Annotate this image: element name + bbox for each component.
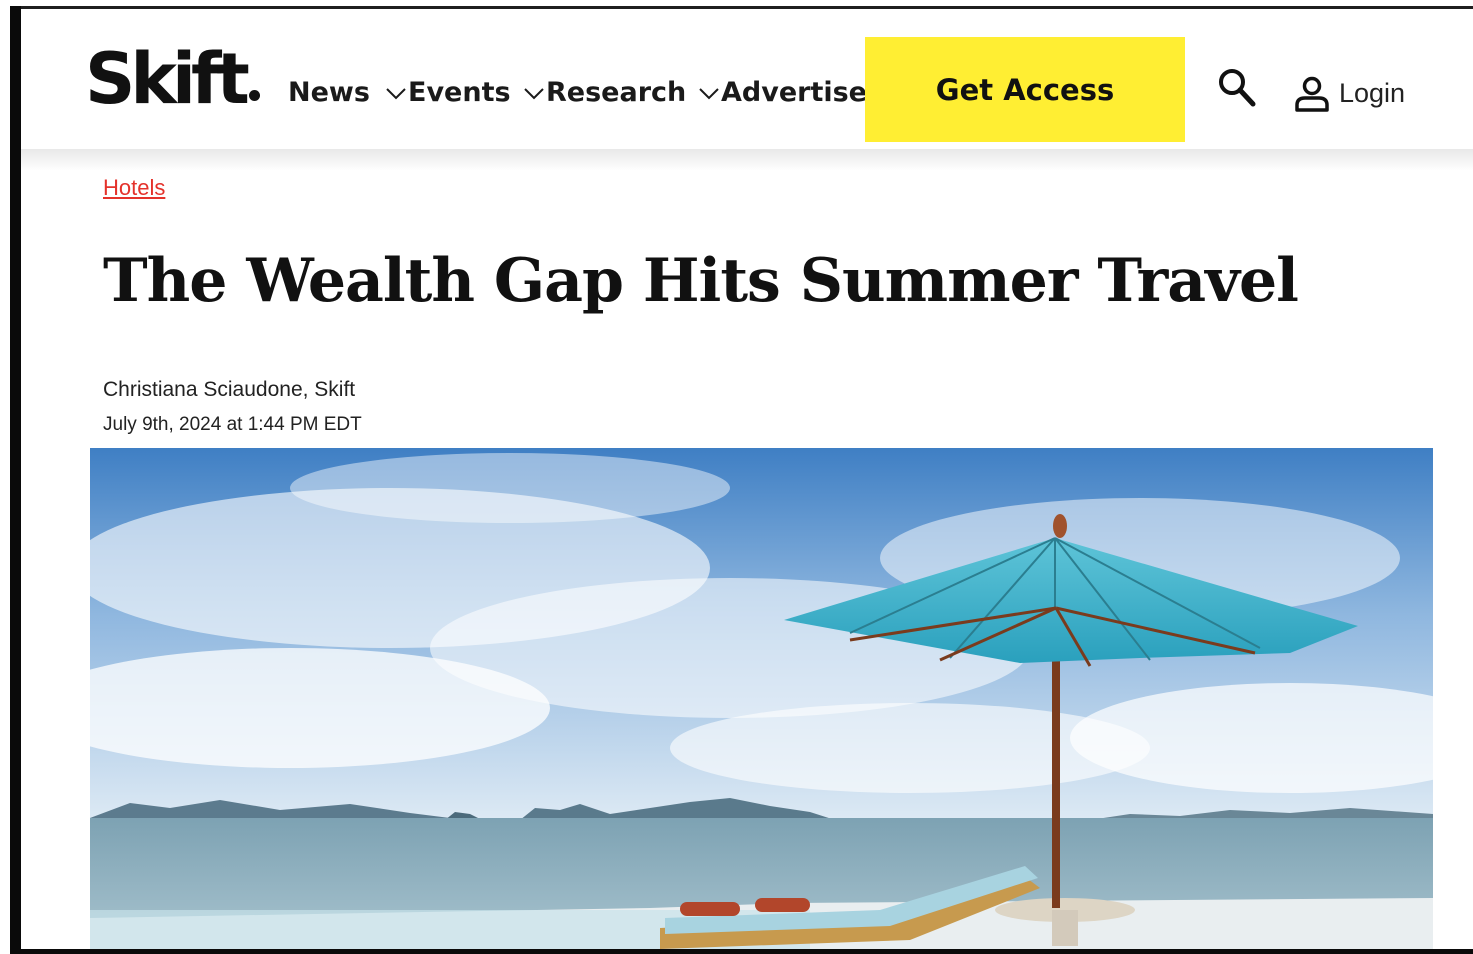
search-icon[interactable]: [1217, 67, 1257, 109]
nav-item-research[interactable]: Research: [546, 73, 686, 113]
get-access-button[interactable]: Get Access: [865, 37, 1185, 142]
window-border-bottom: [10, 949, 1473, 954]
nav-item-news[interactable]: News: [288, 73, 370, 113]
header-shadow: [21, 149, 1473, 171]
hero-image: [90, 448, 1433, 949]
chevron-down-icon[interactable]: [523, 85, 545, 101]
chevron-down-icon[interactable]: [698, 85, 720, 101]
user-icon[interactable]: [1294, 75, 1330, 113]
site-header: Skift News Events Research Advertise Get…: [21, 9, 1473, 149]
article-date: July 9th, 2024 at 1:44 PM EDT: [103, 414, 362, 435]
nav-item-events[interactable]: Events: [408, 73, 511, 113]
article-title: The Wealth Gap Hits Summer Travel: [103, 246, 1299, 316]
window-margin: [0, 0, 10, 954]
login-link[interactable]: Login: [1339, 77, 1405, 109]
window-border-left: [10, 6, 21, 954]
chevron-down-icon[interactable]: [385, 85, 407, 101]
category-link[interactable]: Hotels: [103, 174, 165, 202]
nav-item-advertise[interactable]: Advertise: [721, 73, 867, 113]
article-author[interactable]: Christiana Sciaudone, Skift: [103, 376, 355, 404]
skift-logo[interactable]: Skift: [85, 39, 260, 119]
